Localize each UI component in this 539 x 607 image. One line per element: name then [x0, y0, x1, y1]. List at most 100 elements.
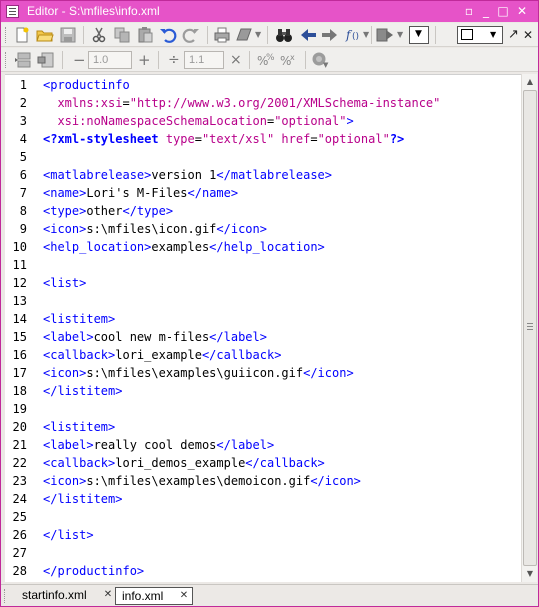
code-line[interactable]: 6 <matlabrelease>version 1</matlabrelease…	[5, 166, 521, 184]
function-dropdown-icon[interactable]: ▼	[363, 26, 369, 44]
copy-icon[interactable]	[113, 26, 131, 44]
back-arrow-icon[interactable]	[299, 26, 317, 44]
code-token: <label>	[43, 438, 94, 452]
minus-icon[interactable]: −	[73, 51, 86, 69]
code-line[interactable]: 18 </listitem>	[5, 382, 521, 400]
code-token: </type>	[122, 204, 174, 218]
uncomment-percent-icon[interactable]: %x	[279, 51, 301, 69]
undo-icon[interactable]	[159, 26, 177, 44]
code-text: <callback>lori_demos_example</callback>	[43, 454, 325, 472]
code-line[interactable]: 2 xmlns:xsi="http://www.w3.org/2001/XMLS…	[5, 94, 521, 112]
code-token: href	[274, 132, 311, 146]
close-tab-icon[interactable]: ✕	[102, 589, 114, 601]
vertical-scrollbar[interactable]: ▲ ▼	[521, 74, 537, 582]
cell-value-field-1[interactable]: 1.0	[88, 51, 132, 69]
code-line[interactable]: 23 <icon>s:\mfiles\examples\demoicon.gif<…	[5, 472, 521, 490]
code-line[interactable]: 22 <callback>lori_demos_example</callback…	[5, 454, 521, 472]
line-number: 1	[19, 78, 27, 92]
code-line[interactable]: 19	[5, 400, 521, 418]
function-icon[interactable]: f()	[344, 26, 362, 44]
restore-icon[interactable]: ▫	[462, 5, 476, 18]
print-icon[interactable]	[213, 26, 231, 44]
toolbar-grip[interactable]	[5, 52, 8, 68]
scroll-up-icon[interactable]: ▲	[523, 75, 537, 89]
title-bar[interactable]: Editor - S:\mfiles\info.xml ▫ _ □ ✕	[1, 1, 538, 22]
code-line[interactable]: 21 <label>really cool demos</label>	[5, 436, 521, 454]
code-line[interactable]: 28 </productinfo>	[5, 562, 521, 580]
evaluate-dropdown-icon[interactable]: ▼	[323, 56, 328, 74]
code-token: <icon>	[43, 222, 87, 236]
code-line[interactable]: 8 <type>other</type>	[5, 202, 521, 220]
dock-layout-dropdown[interactable]: ▼	[457, 26, 503, 44]
close-tab-icon[interactable]: ✕	[178, 590, 190, 602]
code-line[interactable]: 14 <listitem>	[5, 310, 521, 328]
cell-icon[interactable]	[37, 51, 55, 69]
divide-icon[interactable]: ÷	[168, 51, 180, 69]
code-line[interactable]: 15 <label>cool new m-files</label>	[5, 328, 521, 346]
maximize-icon[interactable]: □	[496, 5, 510, 18]
find-binoculars-icon[interactable]	[275, 26, 293, 44]
line-number: 22	[12, 456, 27, 470]
code-line[interactable]: 25	[5, 508, 521, 526]
code-line[interactable]: 13	[5, 292, 521, 310]
code-line[interactable]: 27	[5, 544, 521, 562]
code-line[interactable]: 16 <callback>lori_example</callback>	[5, 346, 521, 364]
toolbar-separator	[62, 51, 63, 69]
toolbar-separator	[305, 51, 306, 69]
minimize-icon[interactable]: _	[479, 5, 493, 18]
cut-icon[interactable]	[90, 26, 108, 44]
line-number: 5	[19, 150, 27, 164]
run-icon[interactable]	[376, 26, 394, 44]
insert-cell-icon[interactable]	[14, 51, 32, 69]
scrollbar-thumb[interactable]	[523, 90, 537, 566]
line-number: 24	[12, 492, 27, 506]
tab-startinfo-xml[interactable]: startinfo.xml ✕	[16, 587, 116, 605]
close-icon[interactable]: ✕	[523, 26, 533, 44]
code-token: <name>	[43, 186, 87, 200]
paste-icon[interactable]	[136, 26, 154, 44]
scroll-down-icon[interactable]: ▼	[523, 567, 537, 581]
code-token: cool new m-files	[93, 330, 210, 344]
code-line[interactable]: 24 </listitem>	[5, 490, 521, 508]
save-icon[interactable]	[59, 26, 77, 44]
code-token: <?xml-stylesheet	[43, 132, 159, 146]
line-number: 28	[12, 564, 27, 578]
code-line[interactable]: 12 <list>	[5, 274, 521, 292]
cell-mode-dropdown[interactable]: ▼	[409, 26, 429, 44]
code-editor[interactable]: 1 <productinfo 2 xmlns:xsi="http://www.w3.…	[5, 74, 521, 582]
undock-icon[interactable]: ↗	[508, 26, 519, 44]
plus-icon[interactable]: +	[138, 51, 151, 69]
line-number: 20	[12, 420, 27, 434]
close-window-icon[interactable]: ✕	[515, 5, 529, 18]
code-token: <matlabrelease>	[43, 168, 152, 182]
new-file-icon[interactable]	[13, 26, 31, 44]
code-line[interactable]: 4 <?xml-stylesheet type="text/xsl" href="…	[5, 130, 521, 148]
dock-layout-icon	[461, 29, 473, 40]
redo-icon[interactable]	[182, 26, 200, 44]
page-setup-icon[interactable]	[235, 26, 253, 44]
code-token: lori_example	[115, 348, 202, 362]
code-line[interactable]: 26 </list>	[5, 526, 521, 544]
code-line[interactable]: 11	[5, 256, 521, 274]
toolbar-grip[interactable]	[5, 27, 8, 43]
run-dropdown-icon[interactable]: ▼	[397, 26, 403, 44]
tab-info-xml[interactable]: info.xml ✕	[115, 587, 193, 605]
code-token: s:\mfiles\icon.gif	[86, 222, 217, 236]
line-number: 7	[19, 186, 27, 200]
code-line[interactable]: 1 <productinfo	[5, 76, 521, 94]
cell-value-field-2[interactable]: 1.1	[184, 51, 224, 69]
multiply-icon[interactable]: ×	[230, 51, 242, 69]
code-line[interactable]: 20 <listitem>	[5, 418, 521, 436]
svg-text:x: x	[290, 53, 295, 62]
code-line[interactable]: 17 <icon>s:\mfiles\examples\guiicon.gif</…	[5, 364, 521, 382]
open-folder-icon[interactable]	[36, 26, 54, 44]
comment-percent-icon[interactable]: %%	[256, 51, 278, 69]
code-token: "http://www.w3.org/2001/XMLSchema-instan…	[129, 96, 441, 110]
code-line[interactable]: 10 <help_location>examples</help_location…	[5, 238, 521, 256]
code-line[interactable]: 3 xsi:noNamespaceSchemaLocation="optiona…	[5, 112, 521, 130]
page-setup-dropdown-icon[interactable]: ▼	[255, 26, 261, 44]
code-line[interactable]: 7 <name>Lori's M-Files</name>	[5, 184, 521, 202]
code-line[interactable]: 9 <icon>s:\mfiles\icon.gif</icon>	[5, 220, 521, 238]
code-line[interactable]: 5	[5, 148, 521, 166]
forward-arrow-icon[interactable]	[321, 26, 339, 44]
